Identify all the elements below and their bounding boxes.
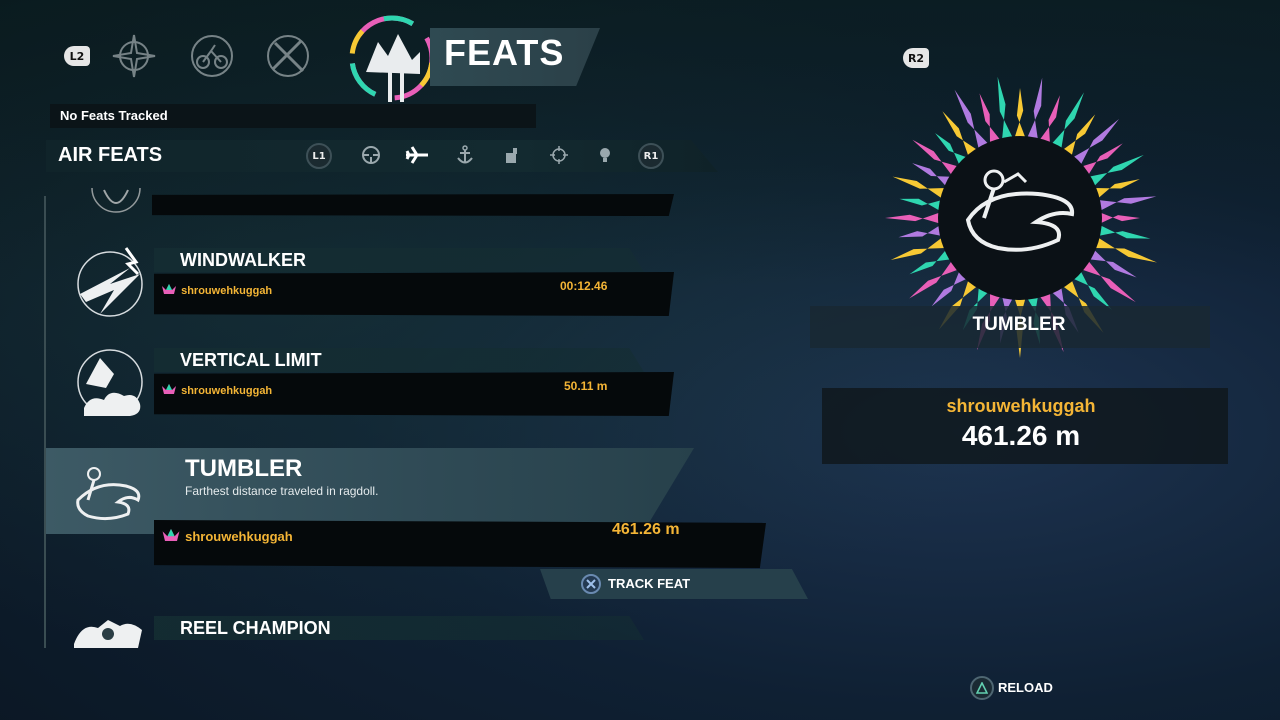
fist-icon[interactable] xyxy=(498,142,524,168)
badge-spike xyxy=(1099,212,1140,224)
badge-spike xyxy=(899,198,943,211)
feat-title: WINDWALKER xyxy=(180,250,306,270)
badge-spike xyxy=(909,260,959,299)
badge-spike xyxy=(912,139,959,176)
page-title: FEATS xyxy=(444,32,565,73)
r1-bumper-hint[interactable]: R1 xyxy=(638,143,664,169)
l2-trigger-hint[interactable]: L2 xyxy=(64,46,90,66)
selected-feat-score: 461.26 m xyxy=(612,521,680,538)
player-name: shrouwehkuggah xyxy=(185,529,293,544)
badge-spike xyxy=(892,176,946,199)
reel-champion-feat-icon xyxy=(68,614,148,648)
player-entry: shrouwehkuggah xyxy=(162,379,272,398)
selected-player-entry: shrouwehkuggah xyxy=(162,526,293,545)
player-name: shrouwehkuggah xyxy=(181,285,273,297)
player-name: shrouwehkuggah xyxy=(181,385,273,397)
windwalker-feat-icon xyxy=(70,244,148,322)
crown-icon xyxy=(162,384,176,394)
tumbler-feat-icon xyxy=(68,460,146,538)
feat-score: 00:12.46 xyxy=(560,279,608,293)
badge-spike xyxy=(1094,237,1157,263)
r1-label: R1 xyxy=(643,150,659,162)
vertical-limit-feat-icon xyxy=(70,344,148,422)
feat-title: VERTICAL LIMIT xyxy=(180,350,322,370)
record-holder-name: shrouwehkuggah xyxy=(946,396,1096,416)
badge-spike xyxy=(1097,196,1157,211)
l1-label: L1 xyxy=(312,150,326,162)
badge-spike xyxy=(885,212,941,224)
badge-spike xyxy=(1072,270,1112,310)
compass-icon[interactable] xyxy=(110,32,158,80)
crossed-guns-icon[interactable] xyxy=(264,32,312,80)
feat-row-vertical-limit[interactable]: VERTICAL LIMIT shrouwehkuggah 50.11 m xyxy=(46,324,676,424)
feat-row-reel-champion[interactable]: REEL CHAMPION xyxy=(46,600,676,648)
badge-spike xyxy=(997,76,1013,141)
r2-trigger-hint[interactable]: R2 xyxy=(903,48,929,68)
badge-spike xyxy=(1014,88,1026,139)
selected-feat-title: TUMBLER xyxy=(185,455,303,482)
steering-wheel-icon[interactable] xyxy=(358,142,384,168)
l2-label: L2 xyxy=(69,49,85,63)
partial-feat-icon xyxy=(86,163,146,218)
badge-spike xyxy=(1081,260,1136,303)
lightbulb-icon[interactable] xyxy=(592,142,618,168)
detail-feat-name: TUMBLER xyxy=(972,314,1066,335)
badge-spike xyxy=(898,225,943,238)
record-score: 461.26 m xyxy=(961,420,1081,451)
badge-spike xyxy=(1088,154,1144,187)
feats-emblem-icon xyxy=(348,12,438,108)
track-feat-label: TRACK FEAT xyxy=(608,576,691,591)
badge-spike xyxy=(954,89,989,150)
partial-feat-bar xyxy=(152,194,674,216)
feat-score: 50.11 m xyxy=(564,379,608,393)
triangle-button-icon[interactable] xyxy=(970,676,994,700)
badge-spike xyxy=(1094,179,1140,199)
feat-row-windwalker[interactable]: WINDWALKER shrouwehkuggah 00:12.46 xyxy=(46,224,676,324)
badge-spike xyxy=(979,93,1001,144)
cross-button-icon xyxy=(581,574,601,594)
bike-icon[interactable] xyxy=(188,32,236,80)
airplane-icon[interactable] xyxy=(404,142,430,168)
badge-spike xyxy=(1072,119,1119,166)
badge-spike xyxy=(1039,95,1060,144)
badge-spike xyxy=(1027,77,1043,141)
crown-icon xyxy=(162,529,180,541)
crosshair-icon[interactable] xyxy=(546,142,572,168)
category-label: AIR FEATS xyxy=(58,144,163,166)
player-entry: shrouwehkuggah xyxy=(162,279,272,298)
badge-spike xyxy=(1051,92,1084,150)
r2-label: R2 xyxy=(907,51,925,65)
anchor-icon[interactable] xyxy=(452,142,478,168)
badge-spike xyxy=(890,237,946,260)
crown-icon xyxy=(162,284,176,294)
l1-bumper-hint[interactable]: L1 xyxy=(306,143,332,169)
badge-spike xyxy=(942,111,978,157)
tracked-feat-status: No Feats Tracked xyxy=(50,104,536,128)
reload-label[interactable]: RELOAD xyxy=(998,680,1053,695)
selected-feat-description: Farthest distance traveled in ragdoll. xyxy=(185,484,379,498)
badge-spike xyxy=(1097,225,1151,239)
feat-title: REEL CHAMPION xyxy=(180,618,331,638)
